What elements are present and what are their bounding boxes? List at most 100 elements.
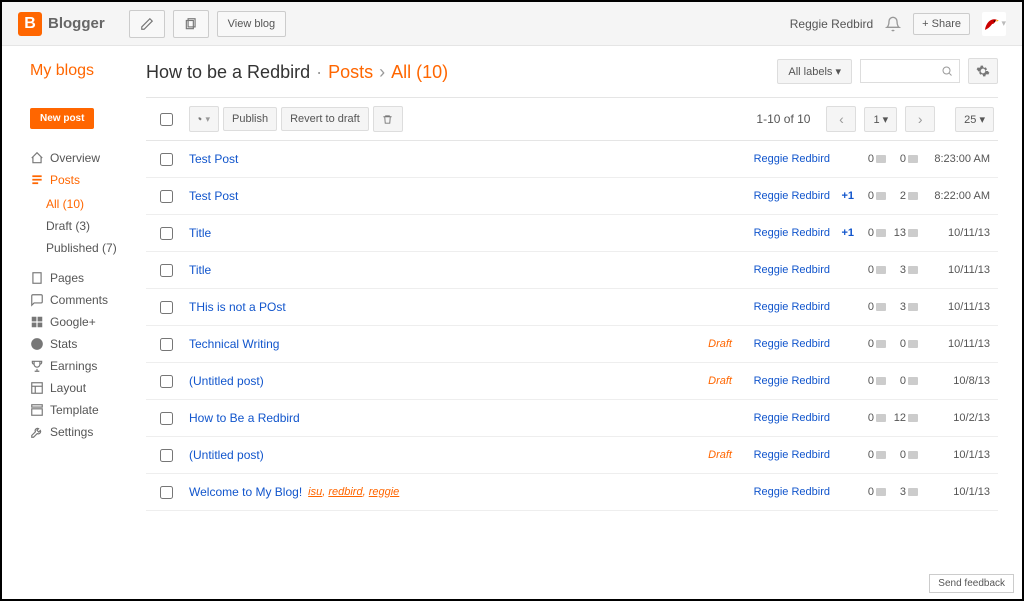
revert-to-draft-button[interactable]: Revert to draft <box>281 107 369 131</box>
nav-label: Overview <box>50 151 100 165</box>
comments-count: 0 <box>854 264 886 276</box>
post-title-link[interactable]: Title <box>189 263 211 277</box>
table-row: (Untitled post)DraftReggie Redbird0 0 10… <box>146 363 998 400</box>
post-author-link[interactable]: Reggie Redbird <box>740 190 830 202</box>
post-date: 8:23:00 AM <box>918 153 998 165</box>
settings-gear-button[interactable] <box>968 58 998 84</box>
posts-list-button[interactable] <box>173 10 209 38</box>
row-checkbox[interactable] <box>160 486 173 499</box>
per-page-dropdown[interactable]: 25 ▾ <box>955 107 994 132</box>
posts-toolbar: ▾ Publish Revert to draft 1-10 of 10 ‹ 1… <box>146 97 998 141</box>
tag-link[interactable]: redbird <box>328 486 362 498</box>
send-feedback-button[interactable]: Send feedback <box>929 574 1014 593</box>
bell-icon[interactable] <box>885 16 901 32</box>
redbird-avatar-icon <box>982 14 999 34</box>
nav-googleplus[interactable]: Google+ <box>30 311 134 333</box>
post-title-link[interactable]: (Untitled post) <box>189 448 264 462</box>
post-title-link[interactable]: Welcome to My Blog! <box>189 485 302 499</box>
row-checkbox[interactable] <box>160 301 173 314</box>
row-checkbox[interactable] <box>160 375 173 388</box>
post-author-link[interactable]: Reggie Redbird <box>740 153 830 165</box>
nav-layout[interactable]: Layout <box>30 377 134 399</box>
table-row: THis is not a POstReggie Redbird0 3 10/1… <box>146 289 998 326</box>
label-button[interactable]: ▾ <box>189 106 219 132</box>
row-checkbox[interactable] <box>160 338 173 351</box>
tag-icon <box>198 113 202 125</box>
current-user-name[interactable]: Reggie Redbird <box>790 17 873 31</box>
sidebar: My blogs New post Overview Posts All (10… <box>2 46 134 599</box>
pager-next-button[interactable]: › <box>905 106 935 132</box>
nav-overview[interactable]: Overview <box>30 147 134 169</box>
post-author-link[interactable]: Reggie Redbird <box>740 227 830 239</box>
tag-link[interactable]: isu <box>308 486 322 498</box>
view-icon <box>908 155 918 163</box>
post-title-link[interactable]: Title <box>189 226 211 240</box>
table-row: TitleReggie Redbird0 3 10/11/13 <box>146 252 998 289</box>
posts-icon <box>30 173 44 187</box>
pager-prev-button[interactable]: ‹ <box>826 106 856 132</box>
compose-button[interactable] <box>129 10 165 38</box>
sub-nav-draft[interactable]: Draft (3) <box>46 215 134 237</box>
breadcrumb-section[interactable]: Posts <box>328 62 373 83</box>
post-author-link[interactable]: Reggie Redbird <box>740 486 830 498</box>
nav-stats[interactable]: Stats <box>30 333 134 355</box>
post-title-link[interactable]: THis is not a POst <box>189 300 286 314</box>
comments-icon <box>30 293 44 307</box>
blogger-logo[interactable]: B Blogger <box>18 12 105 36</box>
post-title-link[interactable]: How to Be a Redbird <box>189 411 300 425</box>
post-title-link[interactable]: Test Post <box>189 152 238 166</box>
nav-pages[interactable]: Pages <box>30 267 134 289</box>
all-labels-dropdown[interactable]: All labels ▾ <box>777 59 852 84</box>
sub-nav-all[interactable]: All (10) <box>46 193 134 215</box>
comment-icon <box>876 266 886 274</box>
nav-posts[interactable]: Posts <box>30 169 134 191</box>
nav-comments[interactable]: Comments <box>30 289 134 311</box>
row-checkbox[interactable] <box>160 412 173 425</box>
row-checkbox[interactable] <box>160 264 173 277</box>
nav-label: Posts <box>50 173 80 187</box>
post-author-link[interactable]: Reggie Redbird <box>740 449 830 461</box>
pencil-icon <box>140 17 154 31</box>
post-title-link[interactable]: Test Post <box>189 189 238 203</box>
blogger-logo-icon: B <box>18 12 42 36</box>
tag-link[interactable]: reggie <box>369 486 400 498</box>
draft-badge: Draft <box>708 338 732 350</box>
search-input[interactable] <box>860 59 960 83</box>
row-checkbox[interactable] <box>160 449 173 462</box>
row-checkbox[interactable] <box>160 190 173 203</box>
post-title-link[interactable]: Technical Writing <box>189 337 279 351</box>
row-checkbox[interactable] <box>160 227 173 240</box>
breadcrumb-blog-title[interactable]: How to be a Redbird <box>146 62 310 83</box>
nav-earnings[interactable]: Earnings <box>30 355 134 377</box>
views-count: 3 <box>886 301 918 313</box>
avatar-menu[interactable]: ▾ <box>982 12 1006 36</box>
template-icon <box>30 403 44 417</box>
select-all-checkbox[interactable] <box>160 113 173 126</box>
post-author-link[interactable]: Reggie Redbird <box>740 264 830 276</box>
body: My blogs New post Overview Posts All (10… <box>2 46 1022 599</box>
sidebar-title: My blogs <box>30 62 134 80</box>
nav-template[interactable]: Template <box>30 399 134 421</box>
post-author-link[interactable]: Reggie Redbird <box>740 412 830 424</box>
comment-icon <box>876 340 886 348</box>
share-button[interactable]: + Share <box>913 13 970 35</box>
new-post-button[interactable]: New post <box>30 108 94 129</box>
post-title-link[interactable]: (Untitled post) <box>189 374 264 388</box>
nav-settings[interactable]: Settings <box>30 421 134 443</box>
view-blog-button[interactable]: View blog <box>217 11 287 37</box>
pager-page-dropdown[interactable]: 1 ▾ <box>864 107 897 132</box>
post-author-link[interactable]: Reggie Redbird <box>740 301 830 313</box>
post-date: 10/1/13 <box>918 486 998 498</box>
nav-label: Template <box>50 403 99 417</box>
breadcrumb-sep: · <box>316 62 322 83</box>
views-count: 0 <box>886 153 918 165</box>
post-author-link[interactable]: Reggie Redbird <box>740 338 830 350</box>
breadcrumb-filter[interactable]: All (10) <box>391 62 448 83</box>
publish-button[interactable]: Publish <box>223 107 277 131</box>
delete-button[interactable] <box>373 106 403 132</box>
post-author-link[interactable]: Reggie Redbird <box>740 375 830 387</box>
views-count: 0 <box>886 338 918 350</box>
row-checkbox[interactable] <box>160 153 173 166</box>
nav-label: Layout <box>50 381 86 395</box>
sub-nav-published[interactable]: Published (7) <box>46 237 134 259</box>
